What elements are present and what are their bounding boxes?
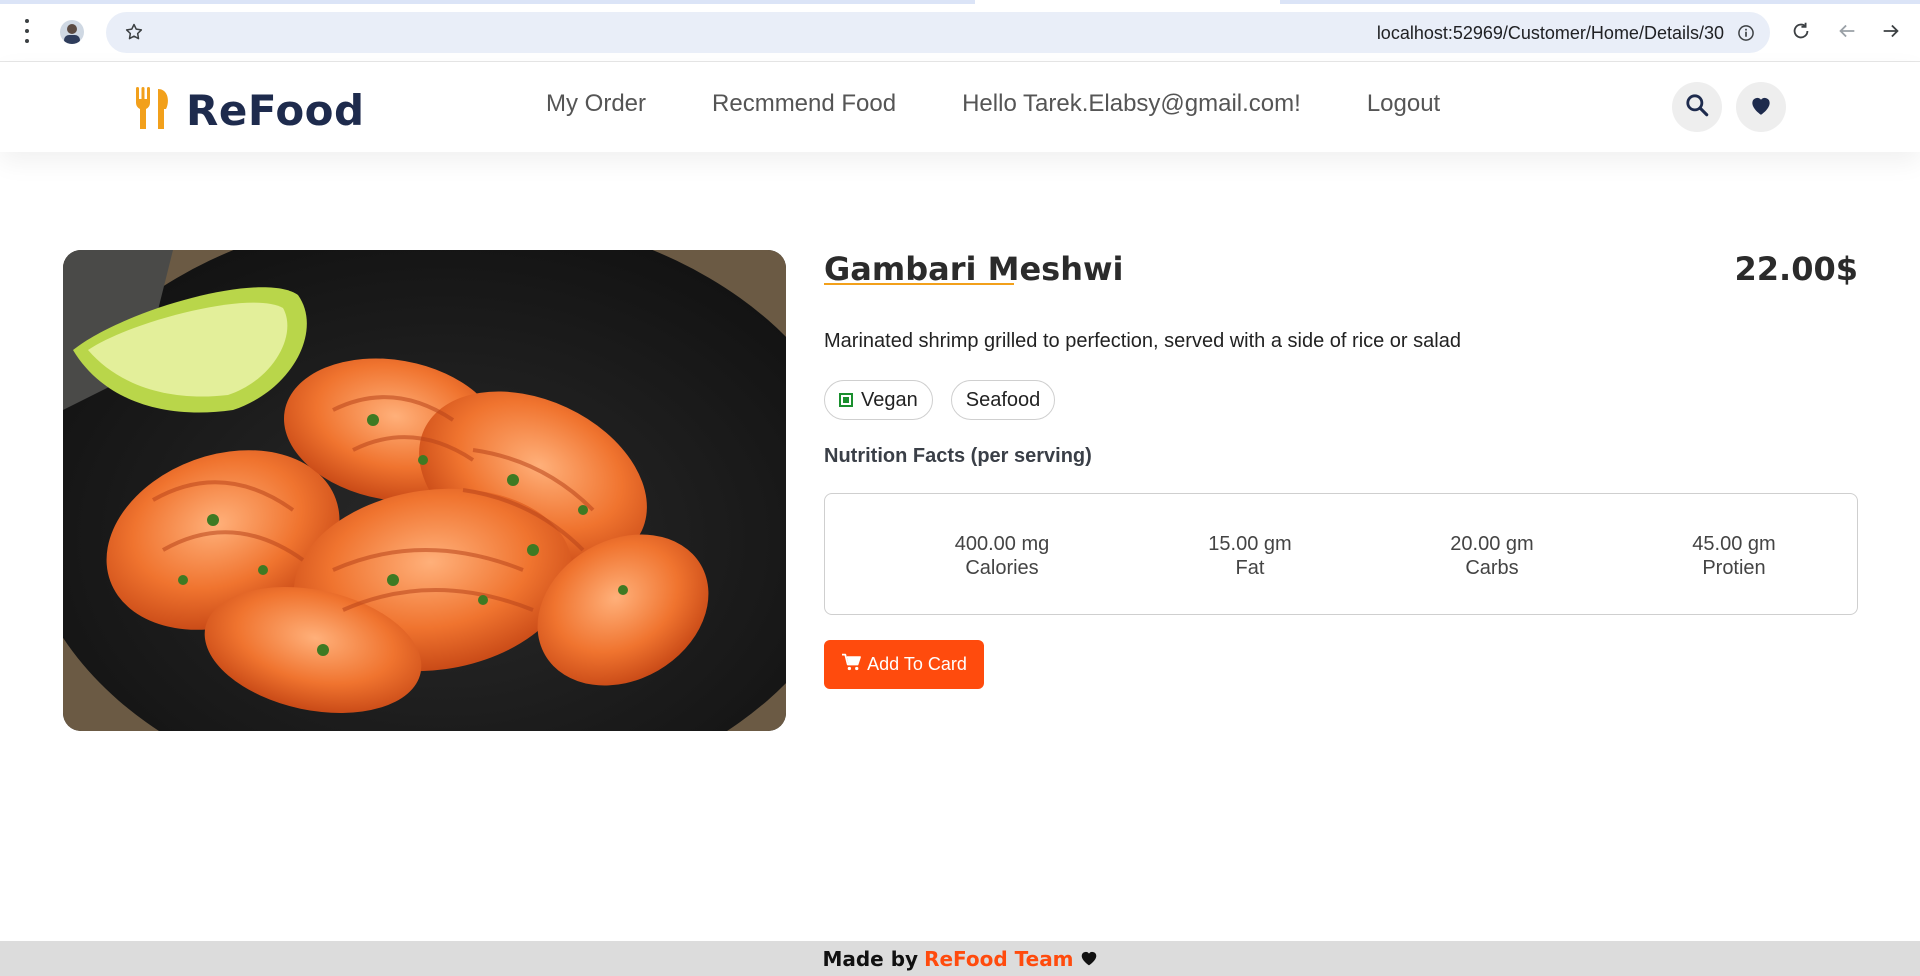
tag-list: Vegan Seafood [824,380,1056,420]
search-icon [1684,92,1710,123]
veg-mark-icon [839,393,853,407]
tag-label: Vegan [861,388,918,411]
forward-icon[interactable] [1880,20,1902,42]
nav-recommend-food[interactable]: Recmmend Food [712,90,896,118]
back-icon[interactable] [1836,20,1858,42]
nutrition-label: Protien [1702,557,1766,579]
brand-name: ReFood [186,86,365,135]
nutrition-label: Carbs [1465,557,1519,579]
footer-prefix: Made by [822,946,919,971]
nutrition-value: 400.00 mg [954,533,1050,555]
reload-icon[interactable] [1790,20,1812,42]
search-button[interactable] [1672,82,1722,132]
tag-label: Seafood [965,388,1041,411]
product-description: Marinated shrimp grilled to perfection, … [824,330,1461,352]
info-icon[interactable] [1736,23,1756,48]
active-tab-gap [975,0,1280,4]
tag-seafood: Seafood [950,380,1056,420]
add-to-cart-label: Add To Card [867,654,967,674]
url-text[interactable]: localhost:52969/Customer/Home/Details/30 [1377,23,1724,44]
nutrition-value: 15.00 gm [1208,533,1292,555]
nutrition-label: Fat [1235,557,1265,579]
address-bar[interactable]: localhost:52969/Customer/Home/Details/30 [106,12,1770,53]
tab-strip [0,0,1920,4]
favorites-button[interactable] [1736,82,1786,132]
heart-icon [1748,92,1774,123]
footer-team: ReFood Team [924,946,1074,971]
browser-toolbar: localhost:52969/Customer/Home/Details/30 [0,0,1920,62]
nutrition-carbs: 20.00 gm Carbs [1422,532,1562,580]
title-underline [824,283,1014,285]
menu-dots-icon[interactable] [20,19,34,43]
site-header: ReFood My Order Recmmend Food Hello Tare… [0,62,1920,152]
nutrition-panel: 400.00 mg Calories 15.00 gm Fat 20.00 gm… [824,493,1858,615]
main-nav: My Order Recmmend Food Hello Tarek.Elabs… [546,90,1440,118]
footer: Made by ReFood Team [0,941,1920,976]
nutrition-label: Calories [965,557,1039,579]
nav-greeting[interactable]: Hello Tarek.Elabsy@gmail.com! [962,90,1301,118]
brand-logo[interactable]: ReFood [134,86,365,135]
nutrition-protein: 45.00 gm Protien [1664,532,1804,580]
fork-knife-icon [134,87,172,134]
nutrition-value: 45.00 gm [1692,533,1776,555]
food-image [63,250,786,731]
nutrition-calories: 400.00 mg Calories [932,532,1072,580]
nav-my-order[interactable]: My Order [546,90,646,118]
cart-icon [841,653,862,676]
star-icon[interactable] [124,22,144,47]
nutrition-value: 20.00 gm [1450,533,1534,555]
heart-icon [1080,947,1098,971]
profile-avatar[interactable] [60,20,84,44]
nutrition-fat: 15.00 gm Fat [1180,532,1320,580]
nav-logout[interactable]: Logout [1367,90,1440,118]
nutrition-title: Nutrition Facts (per serving) [824,445,1092,467]
tag-vegan: Vegan [824,380,933,420]
add-to-cart-button[interactable]: Add To Card [824,640,984,689]
product-price: 22.00$ [1734,250,1858,288]
